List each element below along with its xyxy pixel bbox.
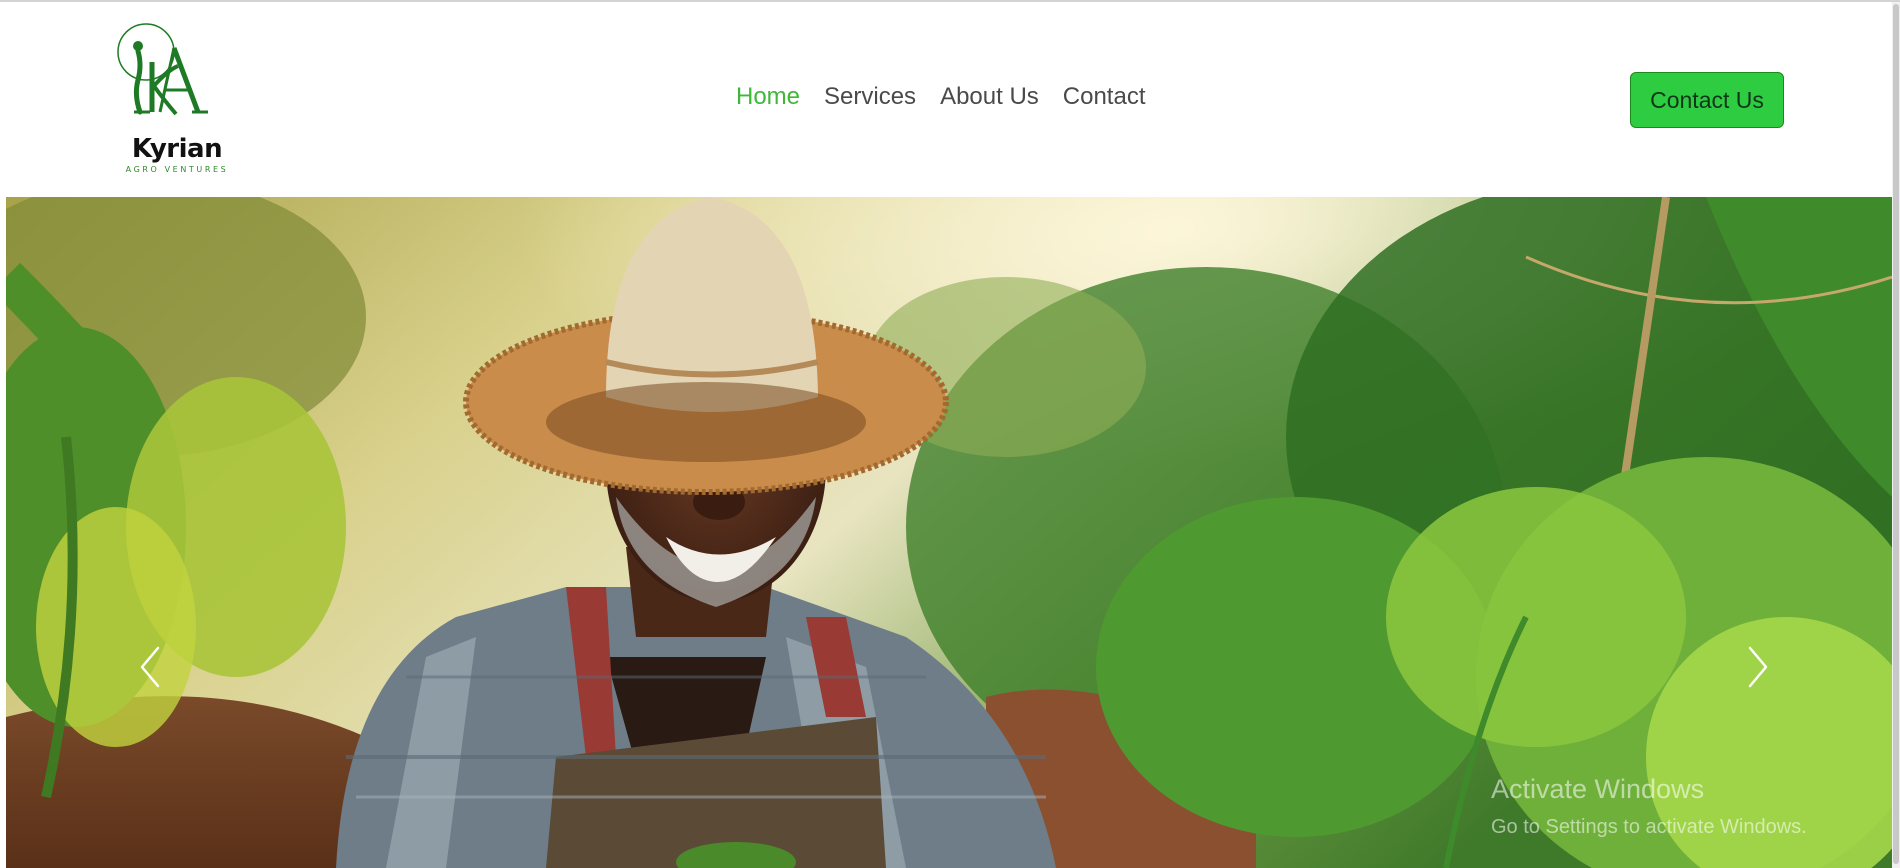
chevron-right-icon xyxy=(1748,646,1768,688)
logo-emblem-icon xyxy=(117,23,208,116)
hero-image xyxy=(6,197,1892,868)
nav-link-services[interactable]: Services xyxy=(824,82,916,112)
page: Kyrian AGRO VENTURES Home Services About… xyxy=(0,0,1900,868)
hero-carousel xyxy=(6,197,1892,868)
windows-activation-subtitle: Go to Settings to activate Windows. xyxy=(1491,816,1807,838)
main-nav: Home Services About Us Contact xyxy=(736,82,1146,112)
page-scrollbar-thumb[interactable] xyxy=(1893,4,1899,864)
nav-link-contact[interactable]: Contact xyxy=(1063,82,1146,112)
chevron-left-icon xyxy=(140,646,160,688)
nav-link-home[interactable]: Home xyxy=(736,82,800,112)
carousel-prev-button[interactable] xyxy=(120,622,180,712)
brand-name: Kyrian xyxy=(131,134,223,164)
site-header: Kyrian AGRO VENTURES Home Services About… xyxy=(0,2,1900,197)
carousel-next-button[interactable] xyxy=(1728,622,1788,712)
windows-activation-title: Activate Windows xyxy=(1491,774,1705,804)
brand-logo[interactable]: Kyrian AGRO VENTURES xyxy=(112,20,242,180)
nav-link-about-us[interactable]: About Us xyxy=(940,82,1039,112)
contact-us-button[interactable]: Contact Us xyxy=(1630,72,1784,128)
brand-tagline: AGRO VENTURES xyxy=(125,165,229,174)
